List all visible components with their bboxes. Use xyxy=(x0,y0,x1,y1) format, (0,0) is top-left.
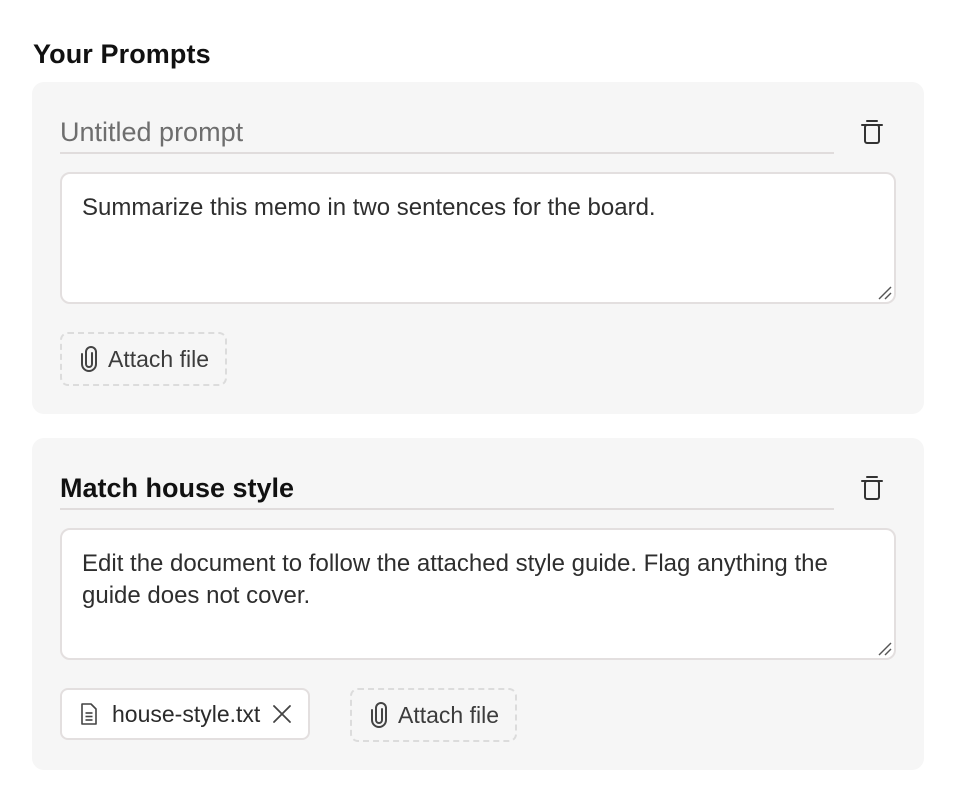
attached-file-name: house-style.txt xyxy=(112,700,261,727)
prompt-card: Edit the document to follow the attached… xyxy=(32,438,924,770)
attach-file-button[interactable]: Attach file xyxy=(350,688,517,742)
resize-handle-icon[interactable] xyxy=(876,284,892,300)
page-title: Your Prompts xyxy=(33,39,211,69)
document-icon xyxy=(80,703,98,725)
paperclip-icon xyxy=(80,346,98,372)
delete-prompt-button[interactable] xyxy=(856,472,888,504)
prompt-body-textarea[interactable]: Summarize this memo in two sentences for… xyxy=(60,172,896,304)
trash-icon xyxy=(861,476,883,500)
prompt-title-input[interactable] xyxy=(60,112,834,154)
prompt-card: Summarize this memo in two sentences for… xyxy=(32,82,924,414)
attach-file-button[interactable]: Attach file xyxy=(60,332,227,386)
delete-prompt-button[interactable] xyxy=(856,116,888,148)
resize-handle-icon[interactable] xyxy=(876,640,892,656)
remove-attachment-button[interactable] xyxy=(272,704,292,724)
trash-icon xyxy=(861,120,883,144)
attached-file-chip: house-style.txt xyxy=(60,688,311,740)
paperclip-icon xyxy=(370,702,388,728)
close-icon xyxy=(273,705,292,723)
prompt-title-input[interactable] xyxy=(60,468,834,510)
prompt-body-textarea[interactable]: Edit the document to follow the attached… xyxy=(60,528,896,660)
attach-file-label: Attach file xyxy=(398,701,499,728)
attach-file-label: Attach file xyxy=(108,345,209,372)
